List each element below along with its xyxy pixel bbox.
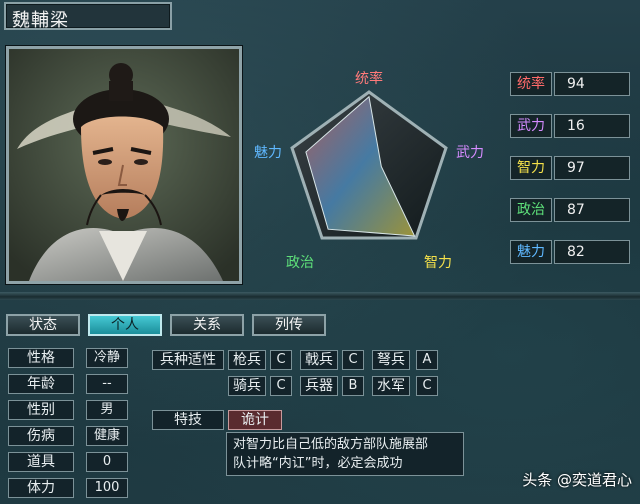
unit-grade: C (270, 350, 292, 370)
info-label: 道具 (8, 452, 74, 472)
radar-label-charm: 魅力 (254, 145, 282, 161)
officer-portrait (6, 46, 242, 284)
unit-name: 水军 (372, 376, 410, 396)
info-label: 年龄 (8, 374, 74, 394)
tab-biography[interactable]: 列传 (252, 314, 326, 336)
info-value: 健康 (86, 426, 128, 446)
stat-label: 统率 (510, 72, 552, 96)
info-value: 冷静 (86, 348, 128, 368)
stat-value: 97 (554, 156, 630, 180)
stat-value: 87 (554, 198, 630, 222)
radar-label-politics: 政治 (286, 255, 314, 271)
stat-row-leadership: 统率 94 (506, 72, 632, 98)
info-label: 性别 (8, 400, 74, 420)
portrait-image (9, 49, 239, 281)
unit-name: 枪兵 (228, 350, 266, 370)
unit-name: 弩兵 (372, 350, 410, 370)
stat-row-war: 武力 16 (506, 114, 632, 140)
skill-description-line: 对智力比自己低的敌方部队施展部 (233, 437, 429, 452)
unit-grade: C (342, 350, 364, 370)
info-value: -- (86, 374, 128, 394)
info-value: 男 (86, 400, 128, 420)
radar-label-leadership: 统率 (355, 71, 383, 87)
unit-grade: C (416, 376, 438, 396)
skill-description: 对智力比自己低的敌方部队施展部 队计略“内讧”时，必定会成功 (226, 432, 464, 476)
stat-row-intelligence: 智力 97 (506, 156, 632, 182)
unit-grade: B (342, 376, 364, 396)
officer-name-box: 魏輔梁 (4, 2, 172, 31)
info-row-items: 道具 0 (6, 452, 128, 474)
stat-label: 武力 (510, 114, 552, 138)
unit-name: 兵器 (300, 376, 338, 396)
skill-name[interactable]: 诡计 (228, 410, 282, 430)
unit-name: 戟兵 (300, 350, 338, 370)
unit-grade: A (416, 350, 438, 370)
info-row-stamina: 体力 100 (6, 478, 128, 500)
tab-bar: 状态 个人 关系 列传 (6, 314, 336, 338)
info-value: 100 (86, 478, 128, 498)
watermark: 头条 @奕道君心 (522, 471, 632, 489)
skill-description-line: 队计略“内讧”时，必定会成功 (233, 456, 403, 471)
unit-name: 骑兵 (228, 376, 266, 396)
unit-grade: C (270, 376, 292, 396)
personal-info-panel: 性格 冷静 年龄 -- 性别 男 伤病 健康 道具 0 体力 100 (6, 346, 128, 498)
stat-row-politics: 政治 87 (506, 198, 632, 224)
radar-label-war: 武力 (456, 145, 484, 161)
info-row-injury: 伤病 健康 (6, 426, 128, 448)
aptitude-skill-panel: 兵种适性 枪兵 C 戟兵 C 弩兵 A 骑兵 C 兵器 B 水军 C 特技 诡计… (150, 346, 464, 496)
radar-label-intelligence: 智力 (424, 255, 452, 271)
stat-label: 智力 (510, 156, 552, 180)
stat-label: 政治 (510, 198, 552, 222)
info-label: 性格 (8, 348, 74, 368)
tab-status[interactable]: 状态 (6, 314, 80, 336)
ability-radar: 统率 武力 智力 政治 魅力 (246, 46, 496, 284)
info-row-age: 年龄 -- (6, 374, 128, 396)
stat-label: 魅力 (510, 240, 552, 264)
info-label: 伤病 (8, 426, 74, 446)
stat-value: 82 (554, 240, 630, 264)
section-divider (0, 292, 640, 300)
officer-name: 魏輔梁 (12, 10, 69, 31)
info-row-gender: 性别 男 (6, 400, 128, 422)
tab-relations[interactable]: 关系 (170, 314, 244, 336)
info-value: 0 (86, 452, 128, 472)
info-label: 体力 (8, 478, 74, 498)
stat-value: 16 (554, 114, 630, 138)
info-row-personality: 性格 冷静 (6, 348, 128, 370)
stat-value: 94 (554, 72, 630, 96)
skill-title: 特技 (152, 410, 224, 430)
aptitude-title: 兵种适性 (152, 350, 224, 370)
stat-row-charm: 魅力 82 (506, 240, 632, 266)
tab-personal[interactable]: 个人 (88, 314, 162, 336)
